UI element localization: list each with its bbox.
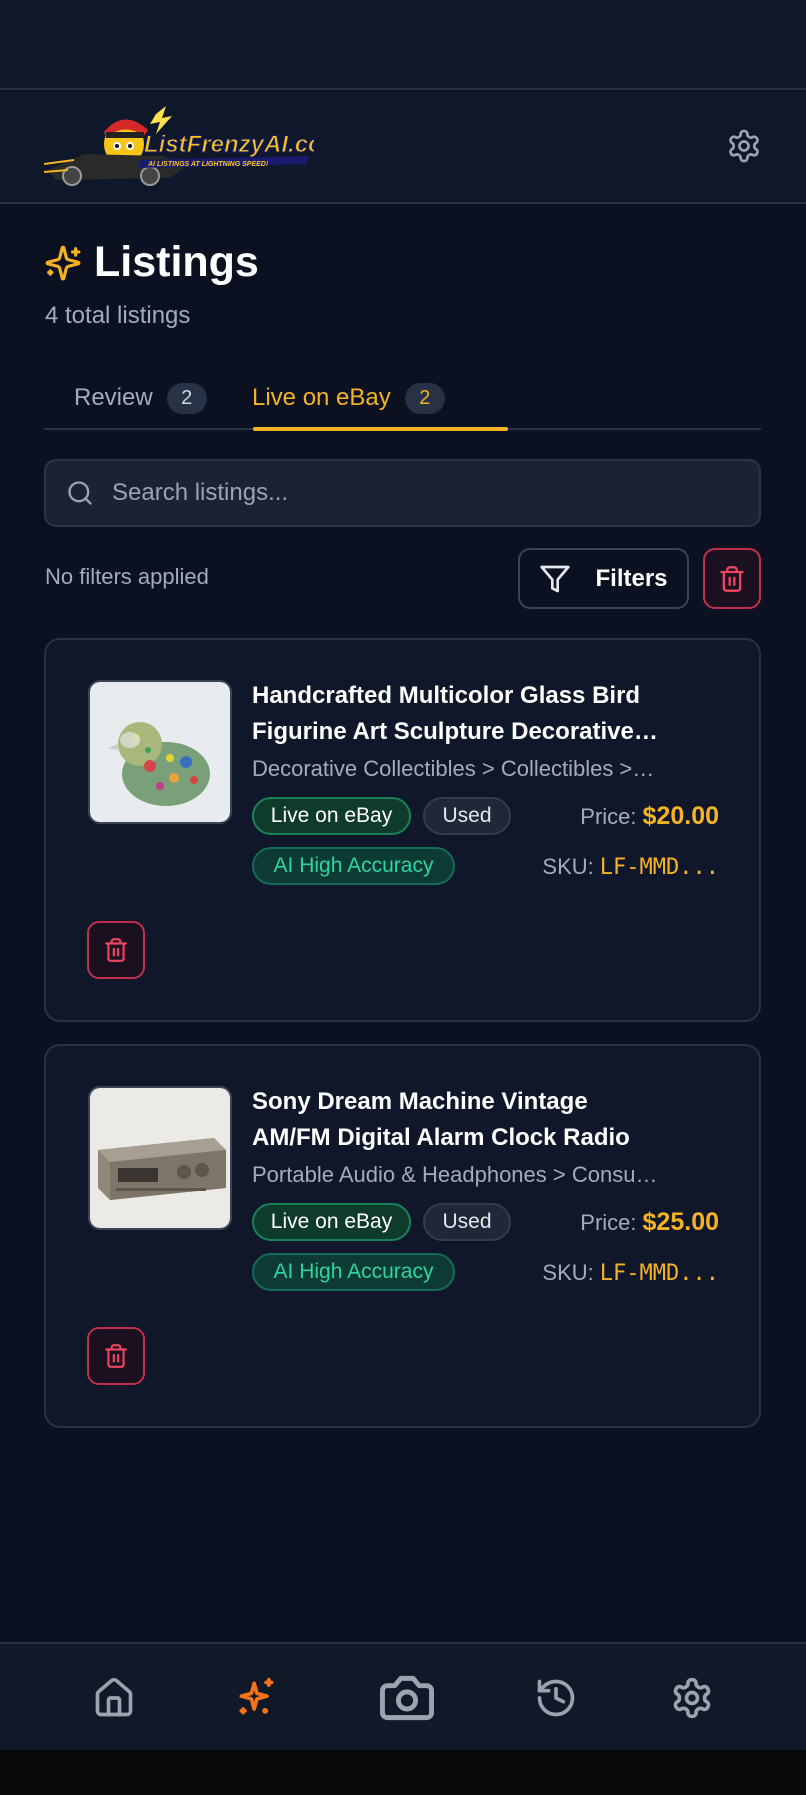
filters-button[interactable]: Filters — [518, 548, 689, 609]
price-label: Price: — [580, 1210, 637, 1235]
tab-live-on-ebay[interactable]: Live on eBay 2 — [252, 366, 445, 430]
nav-history[interactable] — [528, 1670, 584, 1726]
nav-camera[interactable] — [373, 1670, 441, 1726]
gear-icon — [729, 129, 759, 163]
listing-thumbnail[interactable] — [88, 680, 232, 824]
sparkles-icon — [45, 245, 81, 280]
svg-text:ListFrenzyAI.com: ListFrenzyAI.com — [144, 131, 314, 158]
listing-category: Portable Audio & Headphones > Consumer… — [252, 1162, 672, 1187]
nav-home[interactable] — [86, 1670, 142, 1726]
price-value: $20.00 — [642, 802, 719, 830]
sku-row: SKU: LF-MMD... — [542, 1260, 719, 1286]
sku-label: SKU: — [542, 1260, 594, 1285]
page-title-row: Listings — [44, 238, 259, 287]
delete-listing-button[interactable] — [87, 921, 145, 979]
accuracy-badge: AI High Accuracy — [252, 1253, 455, 1291]
condition-badge: Used — [423, 797, 511, 835]
search-input[interactable] — [112, 479, 712, 507]
trash-icon — [105, 938, 127, 962]
status-badge: Live on eBay — [252, 797, 411, 835]
status-badge: Live on eBay — [252, 1203, 411, 1241]
home-icon — [95, 1677, 133, 1717]
condition-badge: Used — [423, 1203, 511, 1241]
gear-icon — [673, 1677, 711, 1719]
tab-label: Live on eBay — [252, 384, 391, 411]
listing-category: Decorative Collectibles > Collectibles >… — [252, 756, 655, 781]
tab-label: Review — [74, 384, 153, 411]
tab-count-badge: 2 — [404, 382, 445, 414]
sku-row: SKU: LF-MMD... — [542, 854, 719, 880]
filter-icon — [540, 565, 571, 592]
sku-label: SKU: — [542, 854, 594, 879]
search-bar[interactable] — [44, 459, 761, 527]
history-icon — [537, 1679, 575, 1717]
bottom-navigation — [0, 1642, 806, 1750]
active-tab-indicator — [253, 427, 508, 431]
price-value: $25.00 — [642, 1208, 719, 1236]
trash-icon — [720, 565, 744, 592]
listing-card[interactable]: Handcrafted Multicolor Glass Bird Figuri… — [44, 638, 761, 1022]
listing-card[interactable]: Sony Dream Machine Vintage AM/FM Digital… — [44, 1044, 761, 1428]
camera-icon — [380, 1675, 434, 1721]
listing-title[interactable]: Sony Dream Machine Vintage AM/FM Digital… — [252, 1084, 672, 1156]
price-label: Price: — [580, 804, 637, 829]
listing-thumbnail[interactable] — [88, 1086, 232, 1230]
delete-all-button[interactable] — [703, 548, 761, 609]
sku-value: LF-MMD... — [599, 855, 719, 880]
system-navigation-bar — [0, 1750, 806, 1795]
nav-settings[interactable] — [664, 1670, 720, 1726]
nav-listings[interactable] — [228, 1670, 284, 1726]
app-logo[interactable]: ListFrenzyAI.com AI LISTINGS AT LIGHTNIN… — [43, 104, 345, 190]
accuracy-badge: AI High Accuracy — [252, 847, 455, 885]
search-icon — [68, 481, 92, 505]
status-bar — [0, 0, 806, 90]
delete-listing-button[interactable] — [87, 1327, 145, 1385]
listing-title[interactable]: Handcrafted Multicolor Glass Bird Figuri… — [252, 678, 672, 750]
sparkles-icon — [239, 1677, 274, 1715]
app-header: ListFrenzyAI.com AI LISTINGS AT LIGHTNIN… — [0, 92, 806, 204]
svg-text:AI LISTINGS AT LIGHTNING SPEED: AI LISTINGS AT LIGHTNING SPEED! — [147, 161, 269, 168]
listing-tabs: Review 2 Live on eBay 2 — [44, 366, 761, 431]
tab-count-badge: 2 — [166, 382, 207, 414]
filters-button-label: Filters — [595, 564, 668, 592]
price-row: Price: $25.00 — [580, 1208, 719, 1237]
header-settings-button[interactable] — [726, 128, 762, 164]
sku-value: LF-MMD... — [599, 1261, 719, 1286]
filter-status: No filters applied — [45, 564, 209, 589]
trash-icon — [105, 1344, 127, 1368]
tab-review[interactable]: Review 2 — [74, 366, 207, 430]
listings-count: 4 total listings — [45, 302, 191, 329]
price-row: Price: $20.00 — [580, 802, 719, 831]
page-title: Listings — [94, 238, 259, 286]
